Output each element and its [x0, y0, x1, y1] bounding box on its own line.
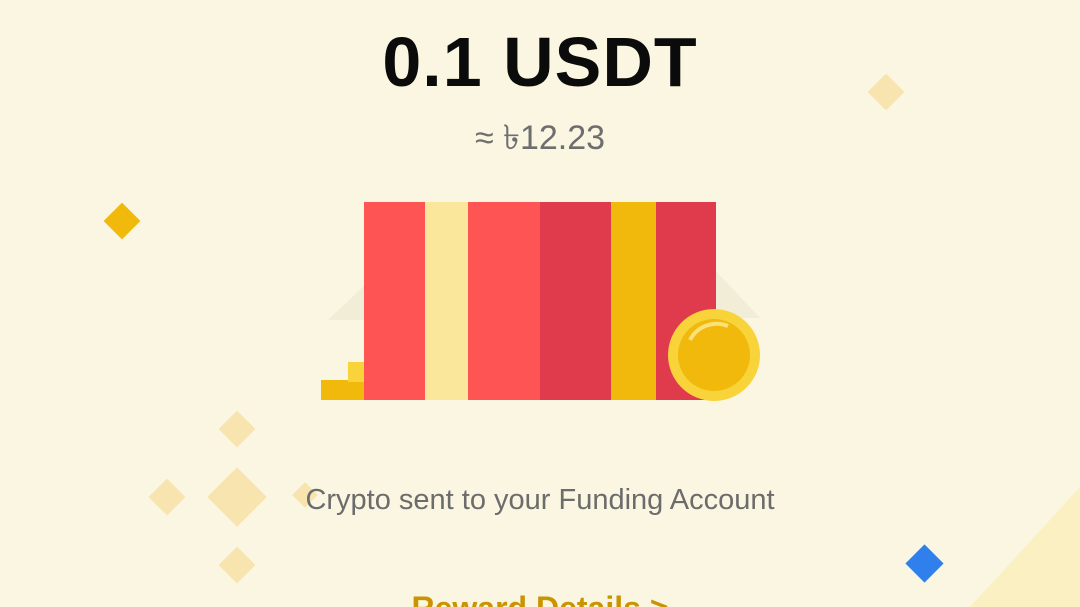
gold-coin-icon: [668, 309, 760, 401]
funding-account-message: Crypto sent to your Funding Account: [305, 484, 775, 516]
reward-details-link[interactable]: Reward Details >: [0, 588, 1080, 607]
reward-screen: 0.1 USDT ≈ ৳12.23 Crypto sent to your Fu…: [0, 0, 1080, 607]
